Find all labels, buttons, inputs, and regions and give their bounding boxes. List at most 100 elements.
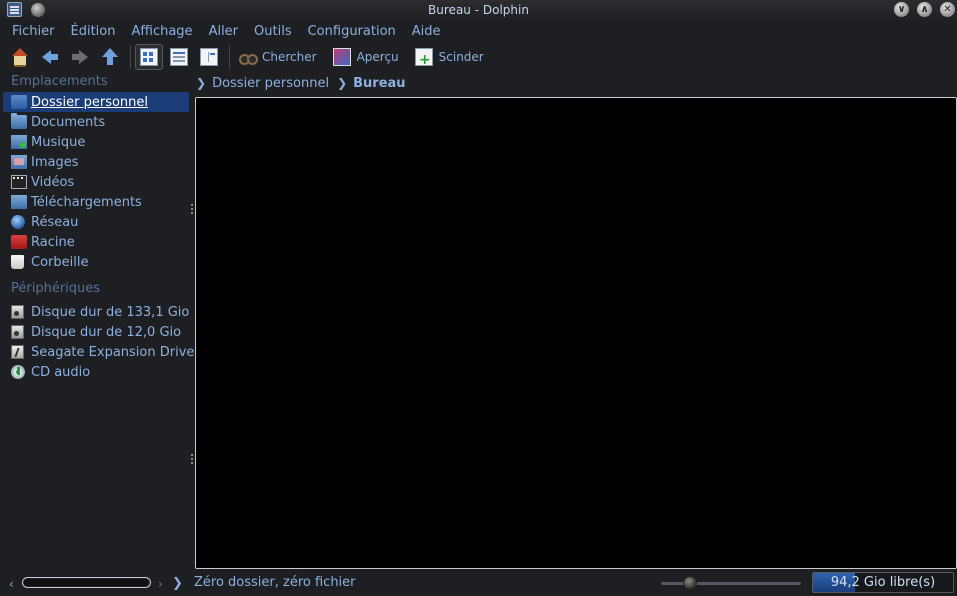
status-bar: ‹ › ❯ Zéro dossier, zéro fichier 94,2 Gi… [0,569,957,596]
place-label: Images [31,154,79,170]
device-cd-audio[interactable]: CD audio [3,362,189,382]
device-label: CD audio [31,364,91,380]
chevron-right-icon[interactable]: ❯ [172,576,183,591]
audio-cd-icon [11,365,25,379]
menu-aller[interactable]: Aller [201,24,246,39]
menu-configuration[interactable]: Configuration [300,24,404,39]
preview-button-label: Aperçu [356,50,399,64]
places-panel: Emplacements Dossier personnel Documents… [3,72,194,569]
menu-bar: Fichier Édition Affichage Aller Outils C… [0,20,957,42]
preview-icon [332,48,351,66]
home-button[interactable] [6,44,34,70]
free-space-indicator[interactable]: 94,2 Gio libre(s) [812,572,954,593]
home-icon [11,48,29,67]
chevron-right-icon[interactable]: ❯ [337,76,347,90]
place-documents[interactable]: Documents [3,112,189,132]
places-horizontal-scrollbar[interactable] [22,577,151,588]
menu-edition[interactable]: Édition [63,24,124,39]
place-label: Documents [31,114,106,130]
breadcrumb-bureau[interactable]: Bureau [353,76,405,91]
place-images[interactable]: Images [3,152,189,172]
scroll-right-icon[interactable]: › [158,577,163,591]
binoculars-icon [238,48,258,66]
zoom-slider-handle[interactable] [683,576,697,590]
place-label: Corbeille [31,254,89,270]
images-folder-icon [11,155,27,169]
device-label: Disque dur de 12,0 Gio [31,324,182,340]
device-label: Seagate Expansion Drive [31,344,195,360]
place-label: Téléchargements [31,194,142,210]
panel-splitter-handle[interactable] [190,454,194,466]
trash-icon [11,255,24,269]
columns-view-icon [200,48,218,66]
split-icon [414,48,433,68]
menu-fichier[interactable]: Fichier [4,24,63,39]
music-folder-icon [11,135,27,149]
minimize-button[interactable]: ∨ [894,2,909,17]
video-folder-icon [11,175,27,189]
columns-view-button[interactable] [195,44,223,70]
main-toolbar: Chercher Aperçu Scinder [0,42,957,72]
place-label: Vidéos [31,174,75,190]
breadcrumb-dossier-personnel[interactable]: Dossier personnel [212,76,329,91]
place-corbeille[interactable]: Corbeille [3,252,189,272]
icons-view-icon [140,48,158,66]
maximize-button[interactable]: ∧ [917,2,932,17]
place-reseau[interactable]: Réseau [3,212,189,232]
back-button[interactable] [36,44,64,70]
forward-arrow-icon [71,48,89,66]
hard-disk-icon [11,305,24,319]
zoom-slider[interactable] [661,582,801,585]
up-button[interactable] [96,44,124,70]
place-musique[interactable]: Musique [3,132,189,152]
panel-splitter-handle[interactable] [190,204,194,216]
documents-folder-icon [11,113,27,129]
split-button[interactable]: Scinder [414,44,498,70]
toolbar-separator [229,45,230,69]
details-view-button[interactable] [165,44,193,70]
chevron-right-icon[interactable]: ❯ [196,76,206,90]
toolbar-separator [130,45,131,69]
search-button-label: Chercher [262,50,317,64]
close-button[interactable]: ✕ [940,2,955,17]
status-text: Zéro dossier, zéro fichier [194,575,356,590]
details-view-icon [170,48,188,66]
menu-aide[interactable]: Aide [404,24,449,39]
icons-view-button[interactable] [135,44,163,70]
place-label: Dossier personnel [31,94,149,110]
forward-button[interactable] [66,44,94,70]
device-disk-133[interactable]: Disque dur de 133,1 Gio [3,302,189,322]
home-folder-icon [11,95,27,109]
root-folder-icon [11,235,27,249]
free-space-label: 94,2 Gio libre(s) [830,575,936,590]
place-label: Racine [31,234,75,250]
back-arrow-icon [41,48,59,66]
menu-affichage[interactable]: Affichage [123,24,200,39]
menu-outils[interactable]: Outils [246,24,300,39]
scroll-left-icon[interactable]: ‹ [9,577,14,591]
place-dossier-personnel[interactable]: Dossier personnel [3,92,189,112]
device-disk-12[interactable]: Disque dur de 12,0 Gio [3,322,189,342]
network-globe-icon [11,215,25,229]
place-label: Musique [31,134,86,150]
place-videos[interactable]: Vidéos [3,172,189,192]
devices-section-title: Périphériques [11,281,101,296]
usb-drive-icon [11,345,24,359]
window-title: Bureau - Dolphin [428,3,529,17]
device-label: Disque dur de 133,1 Gio [31,304,190,320]
preview-button[interactable]: Aperçu [332,44,413,70]
places-section-title: Emplacements [11,74,108,89]
split-button-label: Scinder [438,50,484,64]
breadcrumb: ❯ Dossier personnel ❯ Bureau [194,72,406,94]
file-view[interactable] [195,97,957,569]
place-label: Réseau [31,214,79,230]
place-racine[interactable]: Racine [3,232,189,252]
downloads-folder-icon [11,195,27,209]
search-button[interactable]: Chercher [238,44,331,70]
place-telechargements[interactable]: Téléchargements [3,192,189,212]
title-bar: Bureau - Dolphin ∨ ∧ ✕ [0,0,957,20]
hard-disk-icon [11,325,24,339]
device-seagate[interactable]: Seagate Expansion Drive [3,342,194,362]
up-arrow-icon [101,48,119,66]
